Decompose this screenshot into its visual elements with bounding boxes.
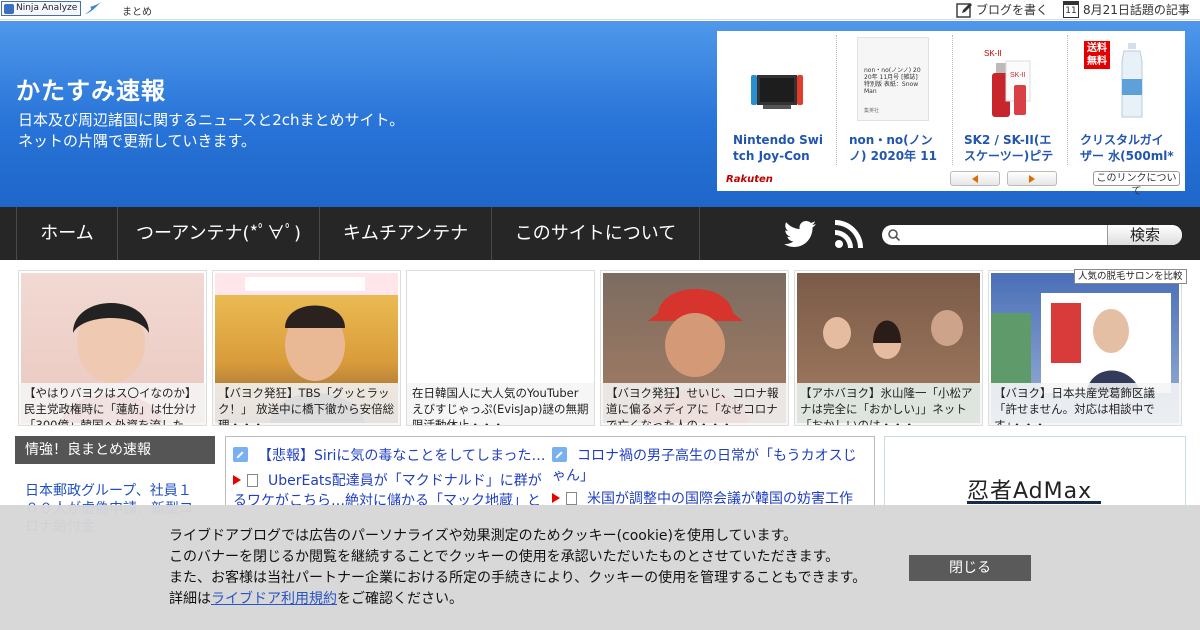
top-bar: Ninja Analyze まとめ ブログを書く 11 8月21日話題の記事 bbox=[0, 0, 1200, 20]
svg-text:SK-II: SK-II bbox=[984, 49, 1002, 58]
arrow-left-icon bbox=[972, 174, 978, 183]
thumb-card[interactable]: 【バヨク発狂】せいじ、コロナ報道に偏るメディアに「なぜコロナで亡くなった人の・・… bbox=[600, 270, 789, 426]
ad-next-button[interactable] bbox=[1007, 171, 1057, 186]
feed-item-title: UberEats配達員が「マクドナルド」に群がるワケがこちら…絶対に儲かる「マッ… bbox=[233, 473, 542, 509]
nav-item-tsu-antenna[interactable]: つーアンテナ(*ﾟ∀ﾟ) bbox=[117, 207, 319, 260]
rakuten-logo: Rakuten bbox=[726, 174, 773, 185]
write-blog-label: ブログを書く bbox=[976, 3, 1049, 17]
topic-articles-link[interactable]: 11 8月21日話題の記事 bbox=[1063, 1, 1190, 18]
thumbnail-strip: 【やはりバヨクはス〇イなのか】民主党政権時に「蓮舫」は仕分け「300億」韓国へ外… bbox=[18, 270, 1184, 426]
admax-logo-bar bbox=[967, 501, 1101, 504]
thumb-caption: 【バヨク発狂】せいじ、コロナ報道に偏るメディアに「なぜコロナで亡くなった人の・・… bbox=[601, 383, 788, 425]
thumb-caption: 【アホバヨク】氷山隆一「小松アナは完全に「おかしい」」ネット「おかしいのは・・・ bbox=[795, 383, 982, 425]
search-icon bbox=[888, 229, 900, 241]
rss-feed: 【悲報】Siriに気の毒なことをしてしまった… コロナ禍の男子高生の日常が「もう… bbox=[225, 436, 875, 516]
feed-item[interactable]: 【悲報】Siriに気の毒なことをしてしまった… bbox=[233, 446, 545, 466]
ad-item-sk2[interactable]: SK-II SK-II SK2 / SK-II(エスケーツー)ピテラ bbox=[948, 35, 1061, 166]
antenna-icon bbox=[552, 447, 567, 462]
antenna-icon bbox=[233, 447, 248, 462]
site-title[interactable]: かたすみ速報 bbox=[16, 71, 166, 106]
thumb-caption: 【バヨク】日本共産党葛飾区議「許せません。対応は相談中です」・・・ bbox=[989, 383, 1181, 425]
livedoor-bird-icon[interactable] bbox=[84, 1, 102, 16]
thumb-card[interactable]: 【やはりバヨクはス〇イなのか】民主党政権時に「蓮舫」は仕分け「300億」韓国へ外… bbox=[18, 270, 207, 426]
cookie-text-2: このバナーを閉じるか閲覧を継続することでクッキーの使用を承認いただいたものとさせ… bbox=[169, 549, 840, 565]
calendar-day: 11 bbox=[1065, 6, 1077, 16]
thumb-ad-label[interactable]: 人気の脱毛サロンを比較 bbox=[1074, 269, 1187, 284]
water-bottle-icon: 送料無料 bbox=[1084, 41, 1156, 121]
ad-prev-button[interactable] bbox=[950, 171, 1000, 186]
ninja-analyze-badge[interactable]: Ninja Analyze bbox=[1, 1, 82, 16]
ninja-icon bbox=[4, 3, 14, 14]
thumb-card[interactable]: 【バヨク発狂】TBS「グッとラック！」 放送中に橋下徹から安倍総理・・・ bbox=[212, 270, 401, 426]
cosmetics-icon: SK-II SK-II bbox=[968, 41, 1040, 121]
ad-item-switch[interactable]: Nintendo Switch Joy-Con(L)/ bbox=[717, 35, 830, 166]
sidebar-heading: 情強！良まとめ速報 bbox=[15, 436, 215, 464]
pencil-icon bbox=[956, 2, 972, 18]
cookie-text-3: また、お客様は当社パートナー企業における所定の手続きにより、クッキーの使用を管理… bbox=[169, 570, 867, 586]
thumb-caption: 【やはりバヨクはス〇イなのか】民主党政権時に「蓮舫」は仕分け「300億」韓国へ外… bbox=[19, 383, 206, 425]
arrow-right-icon bbox=[1029, 174, 1035, 183]
red-arrow-icon bbox=[233, 475, 241, 485]
ad-item-name: non・no(ノンノ) 2020年 11月号 bbox=[849, 133, 937, 166]
ad-item-name: Nintendo Switch Joy-Con(L)/ bbox=[733, 133, 823, 166]
ad-item-name: クリスタルガイザー 水(500ml*4 bbox=[1080, 133, 1174, 166]
site-header: かたすみ速報 日本及び周辺諸国に関するニュースと2chまとめサイト。 ネットの片… bbox=[0, 21, 1200, 207]
cookie-text-4-pre: 詳細は bbox=[169, 591, 211, 607]
write-blog-link[interactable]: ブログを書く bbox=[956, 1, 1048, 18]
nav-item-kimchi-antenna[interactable]: キムチアンテナ bbox=[319, 207, 491, 260]
feed-item-title: コロナ禍の男子高生の日常が「もうカオスじゃん」 bbox=[552, 448, 857, 484]
nav-item-home[interactable]: ホーム bbox=[16, 207, 117, 260]
svg-text:SK-II: SK-II bbox=[1010, 72, 1026, 79]
game-console-icon bbox=[737, 41, 809, 121]
cookie-text-1: ライブドアブログでは広告のパーソナライズや効果測定のためクッキー(cookie)… bbox=[169, 528, 798, 544]
magazine-publisher: 集英社 bbox=[864, 108, 880, 114]
doc-icon bbox=[566, 492, 577, 505]
cookie-close-button[interactable]: 閉じる bbox=[909, 555, 1031, 581]
magazine-icon: non・no(ノンノ) 2020年 11月号 [雑誌] 特別版 表紙：Snow … bbox=[857, 37, 929, 121]
terms-link[interactable]: ライブドア利用規約 bbox=[211, 591, 337, 607]
rss-icon[interactable] bbox=[835, 220, 863, 248]
site-description: 日本及び周辺諸国に関するニュースと2chまとめサイト。 ネットの片隅で更新してい… bbox=[18, 110, 404, 152]
thumb-caption: 【バヨク発狂】TBS「グッとラック！」 放送中に橋下徹から安倍総理・・・ bbox=[213, 383, 400, 425]
cookie-text-4-post: をご確認ください。 bbox=[337, 591, 463, 607]
site-description-line-2: ネットの片隅で更新していきます。 bbox=[18, 132, 257, 150]
main-nav: ホーム つーアンテナ(*ﾟ∀ﾟ) キムチアンテナ このサイトについて 検索 bbox=[0, 207, 1200, 260]
search-box: 検索 bbox=[882, 225, 1182, 245]
ad-item-water[interactable]: 送料無料 クリスタルガイザー 水(500ml*4 bbox=[1064, 35, 1177, 166]
calendar-icon: 11 bbox=[1063, 1, 1079, 18]
thumb-card[interactable]: 【バヨク】日本共産党葛飾区議「許せません。対応は相談中です」・・・ bbox=[988, 270, 1182, 426]
cookie-text-4: 詳細はライブドア利用規約をご確認ください。 bbox=[169, 589, 463, 610]
feed-item[interactable]: コロナ禍の男子高生の日常が「もうカオスじゃん」 bbox=[552, 446, 870, 486]
about-this-link[interactable]: このリンクについて bbox=[1093, 171, 1180, 197]
thumb-card[interactable]: 【アホバヨク】氷山隆一「小松アナは完全に「おかしい」」ネット「おかしいのは・・・ bbox=[794, 270, 983, 426]
magazine-cover-text: non・no(ノンノ) 2020年 11月号 [雑誌] 特別版 表紙：Snow … bbox=[864, 67, 921, 95]
rakuten-ad-box: Nintendo Switch Joy-Con(L)/ non・no(ノンノ) … bbox=[717, 31, 1185, 197]
matome-link[interactable]: まとめ bbox=[122, 3, 152, 18]
red-arrow-icon bbox=[552, 493, 560, 503]
topic-articles-label: 8月21日話題の記事 bbox=[1083, 3, 1190, 17]
ad-item-magazine[interactable]: non・no(ノンノ) 2020年 11月号 [雑誌] 特別版 表紙：Snow … bbox=[833, 35, 946, 166]
site-description-line-1: 日本及び周辺諸国に関するニュースと2chまとめサイト。 bbox=[18, 111, 405, 129]
twitter-icon[interactable] bbox=[784, 221, 816, 247]
search-button[interactable]: 検索 bbox=[1107, 225, 1182, 245]
search-input[interactable] bbox=[902, 225, 1107, 245]
cookie-banner: ライブドアブログでは広告のパーソナライズや効果測定のためクッキー(cookie)… bbox=[0, 505, 1200, 630]
feed-item-title: 【悲報】Siriに気の毒なことをしてしまった… bbox=[258, 448, 546, 464]
ad-item-name: SK2 / SK-II(エスケーツー)ピテラ bbox=[964, 133, 1054, 166]
ninja-label: Ninja Analyze bbox=[16, 3, 78, 13]
thumb-card[interactable]: 在日韓国人に大人気のYouTuber えびすじゃっぷ(EvisJap)謎の無期限… bbox=[406, 270, 595, 426]
doc-icon bbox=[247, 474, 258, 487]
thumb-caption: 在日韓国人に大人気のYouTuber えびすじゃっぷ(EvisJap)謎の無期限… bbox=[407, 383, 594, 425]
nav-item-about[interactable]: このサイトについて bbox=[491, 207, 700, 260]
